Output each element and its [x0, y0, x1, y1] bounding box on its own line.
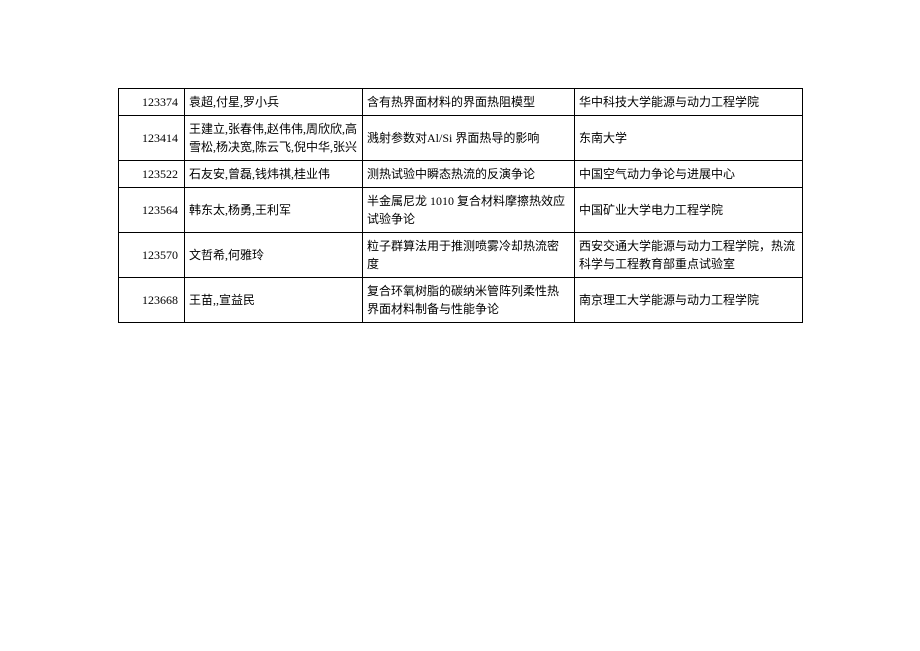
table-row: 123522石友安,曾磊,钱炜祺,桂业伟测热试验中瞬态热流的反演争论中国空气动力…: [119, 161, 803, 188]
paper-id: 123668: [119, 278, 185, 323]
paper-id: 123564: [119, 188, 185, 233]
affiliation-cell: 中国矿业大学电力工程学院: [575, 188, 803, 233]
authors-cell: 袁超,付星,罗小兵: [185, 89, 363, 116]
affiliation-cell: 东南大学: [575, 116, 803, 161]
table-row: 123414王建立,张春伟,赵伟伟,周欣欣,高雪松,杨决宽,陈云飞,倪中华,张兴…: [119, 116, 803, 161]
authors-cell: 王建立,张春伟,赵伟伟,周欣欣,高雪松,杨决宽,陈云飞,倪中华,张兴: [185, 116, 363, 161]
title-cell: 测热试验中瞬态热流的反演争论: [363, 161, 575, 188]
paper-id: 123414: [119, 116, 185, 161]
title-cell: 溅射参数对Al/Si 界面热导的影响: [363, 116, 575, 161]
affiliation-cell: 西安交通大学能源与动力工程学院，热流科学与工程教育部重点试验室: [575, 233, 803, 278]
title-cell: 粒子群算法用于推测喷雾冷却热流密度: [363, 233, 575, 278]
authors-cell: 石友安,曾磊,钱炜祺,桂业伟: [185, 161, 363, 188]
table-row: 123374袁超,付星,罗小兵含有热界面材料的界面热阻模型华中科技大学能源与动力…: [119, 89, 803, 116]
title-cell: 半金属尼龙 1010 复合材料摩擦热效应试验争论: [363, 188, 575, 233]
table-row: 123570文哲希,何雅玲粒子群算法用于推测喷雾冷却热流密度西安交通大学能源与动…: [119, 233, 803, 278]
table-row: 123564韩东太,杨勇,王利军半金属尼龙 1010 复合材料摩擦热效应试验争论…: [119, 188, 803, 233]
authors-cell: 文哲希,何雅玲: [185, 233, 363, 278]
paper-id: 123374: [119, 89, 185, 116]
affiliation-cell: 华中科技大学能源与动力工程学院: [575, 89, 803, 116]
paper-table: 123374袁超,付星,罗小兵含有热界面材料的界面热阻模型华中科技大学能源与动力…: [118, 88, 803, 323]
paper-id: 123570: [119, 233, 185, 278]
table-row: 123668王苗,,宣益民复合环氧树脂的碳纳米管阵列柔性热界面材料制备与性能争论…: [119, 278, 803, 323]
affiliation-cell: 南京理工大学能源与动力工程学院: [575, 278, 803, 323]
paper-id: 123522: [119, 161, 185, 188]
authors-cell: 王苗,,宣益民: [185, 278, 363, 323]
title-cell: 复合环氧树脂的碳纳米管阵列柔性热界面材料制备与性能争论: [363, 278, 575, 323]
title-cell: 含有热界面材料的界面热阻模型: [363, 89, 575, 116]
affiliation-cell: 中国空气动力争论与进展中心: [575, 161, 803, 188]
authors-cell: 韩东太,杨勇,王利军: [185, 188, 363, 233]
